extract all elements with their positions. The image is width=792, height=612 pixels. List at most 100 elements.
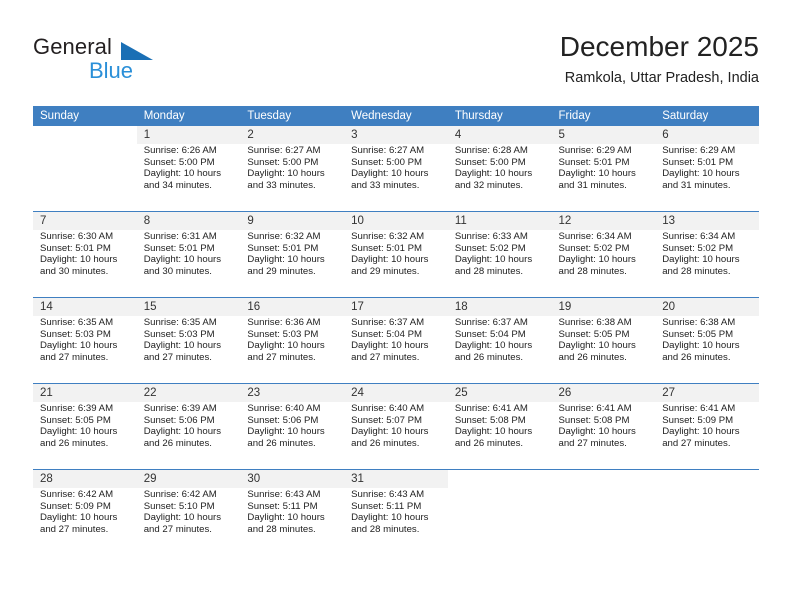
day-number[interactable]: 25 bbox=[447, 383, 552, 402]
day-number[interactable]: 4 bbox=[447, 126, 552, 144]
day-number[interactable]: 24 bbox=[344, 383, 448, 402]
day-cell[interactable]: Sunrise: 6:41 AM Sunset: 5:08 PM Daylight:… bbox=[447, 402, 552, 470]
day-number[interactable]: 10 bbox=[344, 211, 448, 230]
day-detail-line: Sunrise: 6:37 AM bbox=[351, 317, 425, 328]
day-detail-line: Sunrise: 6:29 AM bbox=[558, 145, 632, 156]
day-number[interactable]: 1 bbox=[136, 126, 241, 144]
day-cell[interactable]: Sunrise: 6:43 AM Sunset: 5:11 PM Daylight:… bbox=[240, 488, 345, 555]
day-cell[interactable]: Sunrise: 6:35 AM Sunset: 5:03 PM Daylight:… bbox=[136, 316, 241, 384]
day-number[interactable]: 19 bbox=[551, 297, 656, 316]
day-number[interactable]: 31 bbox=[344, 469, 448, 488]
day-number[interactable]: 13 bbox=[655, 211, 759, 230]
day-number[interactable]: 9 bbox=[240, 211, 345, 230]
day-cell[interactable]: Sunrise: 6:40 AM Sunset: 5:07 PM Daylight:… bbox=[344, 402, 448, 470]
week-detail-row: Sunrise: 6:35 AM Sunset: 5:03 PM Daylight:… bbox=[33, 316, 759, 384]
day-number[interactable]: 27 bbox=[655, 383, 759, 402]
day-cell[interactable]: Sunrise: 6:35 AM Sunset: 5:03 PM Daylight:… bbox=[33, 316, 137, 384]
day-cell[interactable]: Sunrise: 6:34 AM Sunset: 5:02 PM Daylight:… bbox=[655, 230, 759, 298]
day-number[interactable]: 22 bbox=[136, 383, 241, 402]
day-detail-line: Sunset: 5:01 PM bbox=[351, 242, 423, 254]
day-cell[interactable]: Sunrise: 6:43 AM Sunset: 5:11 PM Daylight:… bbox=[344, 488, 448, 555]
day-detail-line: Daylight: 10 hours bbox=[143, 168, 222, 180]
day-detail-line: and 26 minutes. bbox=[662, 351, 731, 363]
day-cell[interactable]: Sunrise: 6:26 AM Sunset: 5:00 PM Daylight:… bbox=[136, 144, 241, 212]
day-cell[interactable]: Sunrise: 6:41 AM Sunset: 5:08 PM Daylight:… bbox=[551, 402, 656, 470]
day-detail-line: Sunrise: 6:43 AM bbox=[247, 489, 321, 500]
day-cell[interactable]: Sunrise: 6:32 AM Sunset: 5:01 PM Daylight:… bbox=[344, 230, 448, 298]
day-detail-line: Sunrise: 6:39 AM bbox=[143, 403, 217, 414]
logo-word-general: General bbox=[33, 34, 112, 59]
day-cell-empty bbox=[655, 488, 759, 555]
day-number[interactable]: 21 bbox=[33, 383, 137, 402]
weekday-header-saturday: Saturday bbox=[655, 106, 759, 126]
day-detail-line: Daylight: 10 hours bbox=[351, 168, 429, 180]
day-number[interactable]: 28 bbox=[33, 469, 137, 488]
day-detail-line: Daylight: 10 hours bbox=[662, 426, 740, 438]
day-cell[interactable]: Sunrise: 6:36 AM Sunset: 5:03 PM Daylight:… bbox=[240, 316, 345, 384]
day-cell[interactable]: Sunrise: 6:39 AM Sunset: 5:06 PM Daylight:… bbox=[136, 402, 241, 470]
day-number[interactable]: 2 bbox=[240, 126, 345, 144]
day-number[interactable]: 30 bbox=[240, 469, 345, 488]
day-number[interactable]: 5 bbox=[551, 126, 656, 144]
day-cell[interactable]: Sunrise: 6:27 AM Sunset: 5:00 PM Daylight:… bbox=[240, 144, 345, 212]
day-cell[interactable]: Sunrise: 6:42 AM Sunset: 5:10 PM Daylight:… bbox=[136, 488, 241, 555]
day-detail-line: Daylight: 10 hours bbox=[662, 340, 740, 352]
day-number[interactable]: 3 bbox=[344, 126, 448, 144]
day-cell[interactable]: Sunrise: 6:34 AM Sunset: 5:02 PM Daylight:… bbox=[551, 230, 656, 298]
day-cell[interactable]: Sunrise: 6:29 AM Sunset: 5:01 PM Daylight:… bbox=[655, 144, 759, 212]
day-number[interactable]: 8 bbox=[136, 211, 241, 230]
day-cell[interactable]: Sunrise: 6:28 AM Sunset: 5:00 PM Daylight:… bbox=[447, 144, 552, 212]
day-detail-line: Sunrise: 6:33 AM bbox=[454, 231, 528, 242]
day-cell[interactable]: Sunrise: 6:42 AM Sunset: 5:09 PM Daylight:… bbox=[33, 488, 137, 555]
page-header: General Blue December 2025 Ramkola, Utta… bbox=[33, 30, 759, 98]
day-number[interactable]: 20 bbox=[655, 297, 759, 316]
day-cell[interactable]: Sunrise: 6:37 AM Sunset: 5:04 PM Daylight:… bbox=[447, 316, 552, 384]
day-number[interactable]: 23 bbox=[240, 383, 345, 402]
day-cell[interactable]: Sunrise: 6:38 AM Sunset: 5:05 PM Daylight:… bbox=[655, 316, 759, 384]
day-detail-line: Sunset: 5:02 PM bbox=[558, 242, 630, 254]
week-daynumber-row: 28 29 30 31 bbox=[33, 469, 759, 488]
page-subtitle: Ramkola, Uttar Pradesh, India bbox=[564, 70, 759, 86]
day-cell[interactable]: Sunrise: 6:29 AM Sunset: 5:01 PM Daylight:… bbox=[551, 144, 656, 212]
day-number[interactable]: 15 bbox=[136, 297, 241, 316]
day-detail-line: and 29 minutes. bbox=[351, 265, 420, 277]
day-detail-line: Sunrise: 6:34 AM bbox=[662, 231, 736, 242]
day-detail-line: Sunrise: 6:27 AM bbox=[351, 145, 425, 156]
day-detail-line: Sunrise: 6:36 AM bbox=[247, 317, 321, 328]
day-detail-line: Sunset: 5:05 PM bbox=[662, 328, 734, 340]
day-number[interactable]: 7 bbox=[33, 211, 137, 230]
day-cell[interactable]: Sunrise: 6:31 AM Sunset: 5:01 PM Daylight:… bbox=[136, 230, 241, 298]
day-detail-line: Sunset: 5:00 PM bbox=[351, 156, 423, 168]
day-cell[interactable]: Sunrise: 6:27 AM Sunset: 5:00 PM Daylight:… bbox=[344, 144, 448, 212]
day-number[interactable]: 12 bbox=[551, 211, 656, 230]
day-detail-line: and 27 minutes. bbox=[143, 351, 212, 363]
day-cell[interactable]: Sunrise: 6:41 AM Sunset: 5:09 PM Daylight:… bbox=[655, 402, 759, 470]
week-detail-row: Sunrise: 6:30 AM Sunset: 5:01 PM Daylight:… bbox=[33, 230, 759, 298]
day-number[interactable]: 6 bbox=[655, 126, 759, 144]
day-cell[interactable]: Sunrise: 6:38 AM Sunset: 5:05 PM Daylight:… bbox=[551, 316, 656, 384]
day-detail-line: and 31 minutes. bbox=[662, 179, 731, 191]
day-number[interactable]: 11 bbox=[447, 211, 552, 230]
day-number[interactable]: 18 bbox=[447, 297, 552, 316]
general-blue-logo[interactable]: General Blue bbox=[33, 34, 233, 90]
day-detail-line: Sunset: 5:08 PM bbox=[558, 414, 630, 426]
day-cell[interactable]: Sunrise: 6:39 AM Sunset: 5:05 PM Daylight:… bbox=[33, 402, 137, 470]
day-number[interactable]: 26 bbox=[551, 383, 656, 402]
day-cell[interactable]: Sunrise: 6:37 AM Sunset: 5:04 PM Daylight:… bbox=[344, 316, 448, 384]
day-cell[interactable]: Sunrise: 6:30 AM Sunset: 5:01 PM Daylight:… bbox=[33, 230, 137, 298]
day-number[interactable]: 16 bbox=[240, 297, 345, 316]
day-detail-line: Daylight: 10 hours bbox=[40, 426, 118, 438]
week-detail-row: Sunrise: 6:42 AM Sunset: 5:09 PM Daylight:… bbox=[33, 488, 759, 555]
day-detail-line: Sunset: 5:01 PM bbox=[558, 156, 630, 168]
day-detail-line: Sunset: 5:01 PM bbox=[143, 242, 215, 254]
day-detail-line: Sunset: 5:11 PM bbox=[351, 500, 422, 512]
day-number[interactable]: 29 bbox=[136, 469, 241, 488]
week-daynumber-row: 123456 bbox=[33, 126, 759, 144]
day-detail-line: and 26 minutes. bbox=[351, 437, 420, 449]
day-cell[interactable]: Sunrise: 6:32 AM Sunset: 5:01 PM Daylight:… bbox=[240, 230, 345, 298]
day-cell[interactable]: Sunrise: 6:33 AM Sunset: 5:02 PM Daylight:… bbox=[447, 230, 552, 298]
day-cell[interactable]: Sunrise: 6:40 AM Sunset: 5:06 PM Daylight:… bbox=[240, 402, 345, 470]
day-number[interactable]: 14 bbox=[33, 297, 137, 316]
day-detail-line: and 26 minutes. bbox=[558, 351, 627, 363]
day-number[interactable]: 17 bbox=[344, 297, 448, 316]
